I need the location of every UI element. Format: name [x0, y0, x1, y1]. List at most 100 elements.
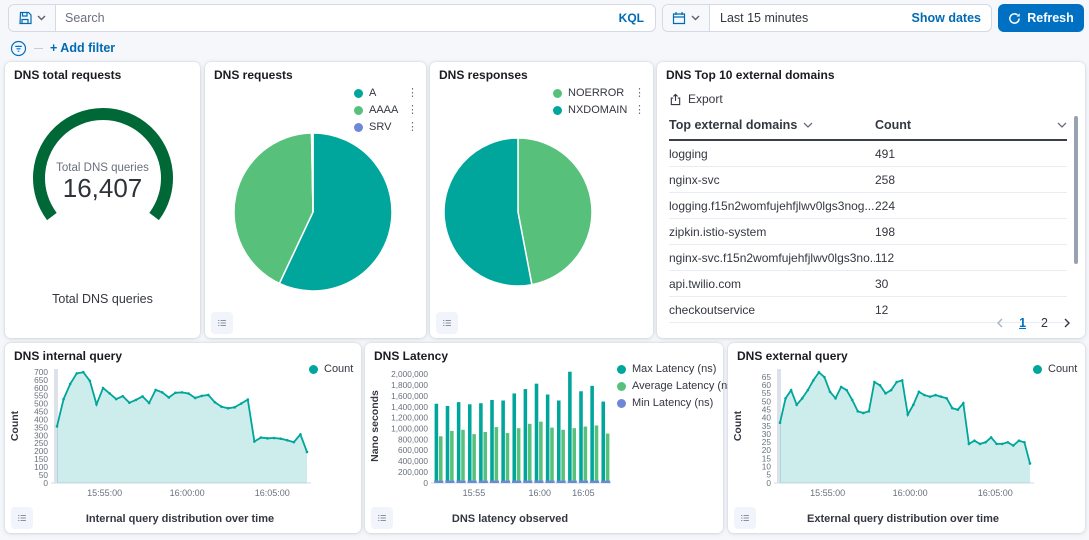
- area-chart[interactable]: 05101520253035404550556065Count15:55:001…: [730, 361, 1042, 513]
- panel-dns-external-query: DNS external query Count 051015202530354…: [728, 343, 1085, 533]
- legend-item-menu-icon[interactable]: ⋮: [634, 105, 645, 116]
- table-row: nginx-svc.f15n2womfujehfjlwv0lgs3no...11…: [669, 245, 1067, 271]
- pie-legend: NOERROR⋮NXDOMAIN⋮: [553, 87, 645, 116]
- gauge-value: 16,407: [5, 174, 200, 203]
- svg-text:2,000,000: 2,000,000: [391, 369, 428, 379]
- column-header-count[interactable]: Count: [875, 118, 1067, 132]
- calendar-icon: [672, 11, 686, 25]
- svg-text:16:00:00: 16:00:00: [170, 488, 205, 498]
- legend-toggle-button[interactable]: [436, 312, 458, 334]
- svg-text:16:05:00: 16:05:00: [255, 488, 290, 498]
- column-header-label: Top external domains: [669, 118, 797, 132]
- table-header: Top external domains Count: [669, 114, 1067, 141]
- count-cell: 198: [875, 225, 1067, 239]
- table-row: api.twilio.com30: [669, 271, 1067, 297]
- column-header-domains[interactable]: Top external domains: [669, 118, 875, 132]
- refresh-button[interactable]: Refresh: [998, 4, 1084, 32]
- area-chart[interactable]: 0501001502002503003504004505005506006507…: [7, 361, 319, 513]
- legend-item[interactable]: NXDOMAIN⋮: [553, 104, 645, 116]
- domain-cell: nginx-svc.f15n2womfujehfjlwv0lgs3no...: [669, 251, 875, 265]
- legend-toggle-button[interactable]: [371, 507, 393, 529]
- panel-title: DNS responses: [439, 68, 528, 82]
- calendar-menu-button[interactable]: [663, 5, 710, 31]
- legend-label: NOERROR: [568, 87, 624, 99]
- next-page-button[interactable]: [1063, 318, 1071, 328]
- gauge-caption: Total DNS queries: [5, 292, 200, 306]
- filter-divider: [34, 48, 43, 49]
- pie-chart[interactable]: [228, 127, 398, 297]
- panel-dns-requests: DNS requests A⋮AAAA⋮SRV⋮: [205, 62, 426, 338]
- domain-cell: checkoutservice: [669, 303, 875, 317]
- domain-cell: logging.f15n2womfujehfjlwv0lgs3nog....: [669, 199, 875, 213]
- x-axis-title: DNS latency observed: [405, 513, 615, 525]
- svg-text:800,000: 800,000: [398, 434, 428, 444]
- legend-item-menu-icon[interactable]: ⋮: [407, 88, 418, 99]
- kibana-dashboard: KQL Last 15 minutes Show dates Refresh +…: [0, 0, 1089, 540]
- export-icon: [669, 93, 682, 106]
- legend-toggle-button[interactable]: [11, 507, 33, 529]
- export-button[interactable]: Export: [669, 92, 723, 106]
- show-dates-link[interactable]: Show dates: [902, 11, 991, 25]
- x-axis-title: External query distribution over time: [758, 513, 1048, 525]
- panel-dns-internal-query: DNS internal query Count 050100150200250…: [5, 343, 361, 533]
- search-bar: KQL: [8, 4, 656, 32]
- svg-text:65: 65: [762, 372, 772, 382]
- legend-dot: [617, 399, 626, 408]
- svg-text:1,800,000: 1,800,000: [391, 380, 428, 390]
- bar-chart[interactable]: 0200,000400,000600,000800,0001,000,0001,…: [367, 361, 617, 513]
- filter-icon[interactable]: [10, 40, 27, 57]
- add-filter-link[interactable]: + Add filter: [50, 41, 115, 55]
- query-bar: KQL Last 15 minutes Show dates Refresh: [8, 4, 1085, 32]
- list-icon: [442, 316, 452, 330]
- legend-dot: [553, 89, 562, 98]
- search-input[interactable]: [56, 11, 608, 25]
- legend-item[interactable]: Max Latency (ns): [617, 363, 721, 375]
- page-number[interactable]: 1: [1019, 316, 1026, 330]
- save-icon: [18, 11, 32, 25]
- page-number[interactable]: 2: [1041, 316, 1048, 330]
- time-range-value[interactable]: Last 15 minutes: [710, 11, 902, 25]
- domain-cell: logging: [669, 147, 875, 161]
- refresh-button-label: Refresh: [1027, 11, 1074, 25]
- legend-item[interactable]: A⋮: [354, 87, 418, 99]
- legend-dot: [617, 382, 626, 391]
- chevron-down-icon: [691, 15, 700, 21]
- svg-text:Count: Count: [732, 410, 744, 441]
- legend-item-menu-icon[interactable]: ⋮: [634, 88, 645, 99]
- legend-item[interactable]: NOERROR ⋮: [553, 87, 645, 99]
- chevron-down-icon: [37, 15, 46, 21]
- svg-text:16:05:00: 16:05:00: [978, 488, 1013, 498]
- sort-chevron-icon: [803, 122, 813, 128]
- panel-title: DNS requests: [214, 68, 293, 82]
- legend-dot: [617, 365, 626, 374]
- panel-top-external-domains: DNS Top 10 external domains Export Top e…: [657, 62, 1085, 338]
- legend-item[interactable]: Average Latency (ns): [617, 380, 721, 392]
- refresh-icon: [1008, 12, 1021, 25]
- count-cell: 491: [875, 147, 1067, 161]
- legend-toggle-button[interactable]: [211, 312, 233, 334]
- legend-item-menu-icon[interactable]: ⋮: [407, 105, 418, 116]
- list-icon: [377, 511, 387, 525]
- table-scrollbar[interactable]: [1074, 116, 1078, 264]
- saved-query-menu-button[interactable]: [9, 5, 56, 31]
- table-row: logging491: [669, 141, 1067, 167]
- legend-item[interactable]: Min Latency (ns): [617, 397, 721, 409]
- svg-text:700: 700: [34, 367, 48, 377]
- count-cell: 258: [875, 173, 1067, 187]
- svg-text:0: 0: [423, 478, 428, 488]
- svg-text:15:55:00: 15:55:00: [87, 488, 122, 498]
- legend-item[interactable]: AAAA⋮: [354, 104, 418, 116]
- legend-label: Min Latency (ns): [632, 397, 713, 409]
- svg-text:400,000: 400,000: [398, 456, 428, 466]
- kql-language-toggle[interactable]: KQL: [608, 11, 655, 25]
- sort-chevron-icon: [1057, 122, 1067, 128]
- pie-chart[interactable]: [438, 132, 598, 292]
- legend-item-menu-icon[interactable]: ⋮: [407, 122, 418, 133]
- svg-text:1,600,000: 1,600,000: [391, 391, 428, 401]
- previous-page-button[interactable]: [996, 318, 1004, 328]
- table-row: zipkin.istio-system198: [669, 219, 1067, 245]
- legend-toggle-button[interactable]: [734, 507, 756, 529]
- x-axis-title: Internal query distribution over time: [35, 513, 325, 525]
- panel-dns-latency: DNS Latency Max Latency (ns)Average Late…: [365, 343, 723, 533]
- svg-text:Count: Count: [9, 410, 21, 441]
